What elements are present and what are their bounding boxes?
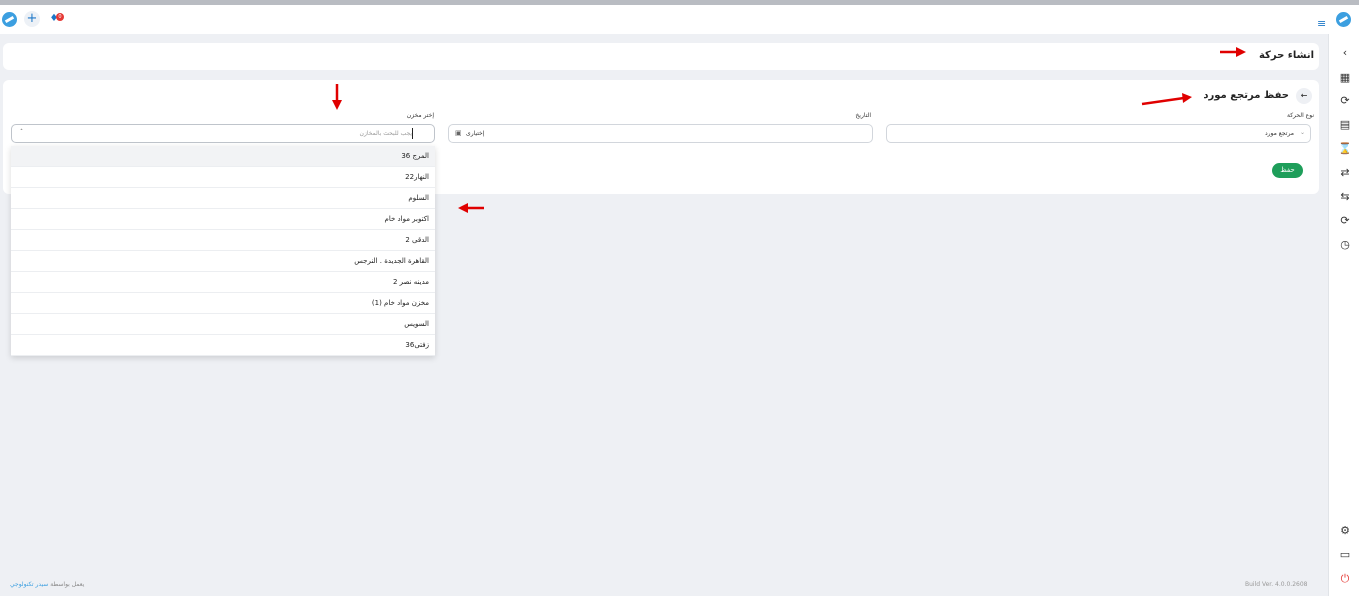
back-arrow-icon[interactable]: ← <box>1296 88 1312 104</box>
display-icon[interactable]: ▭ <box>1338 548 1352 562</box>
warehouse-icon[interactable]: ▦ <box>1338 71 1352 85</box>
annotation-arrow-icon <box>332 84 342 110</box>
warehouse-option[interactable]: مدينه نصر 2 <box>11 272 435 293</box>
footer-powered-by: يعمل بواسطة سيدر تكنولوجي <box>10 581 84 588</box>
hourglass-icon[interactable]: ⌛ <box>1338 142 1352 156</box>
collapse-chevron-icon[interactable]: ‹ <box>1338 46 1352 60</box>
save-button[interactable]: حفظ <box>1272 163 1303 178</box>
brand-logo-icon[interactable] <box>1336 12 1351 27</box>
form-title: حفظ مرتجع مورد <box>1203 90 1289 101</box>
warehouse-label: إختر مخزن <box>406 112 434 119</box>
warehouse-option[interactable]: القاهرة الجديدة . النرجس <box>11 251 435 272</box>
warehouse-option[interactable]: السويس <box>11 314 435 335</box>
warehouse-option[interactable]: زفتى36 <box>11 335 435 356</box>
page-title: انشاء حركة <box>1258 50 1314 61</box>
warehouse-option[interactable]: مخزن مواد خام (1) <box>11 293 435 314</box>
movement-type-select[interactable]: مرتجع مورد ⌄ <box>886 124 1311 143</box>
refresh-icon[interactable]: ⟳ <box>1338 214 1352 228</box>
right-sidebar: ‹ ▦ ⟳ ▤ ⌛ ⇄ ⇆ ⟳ ◷ ⚙ ▭ ⏻ <box>1328 34 1359 596</box>
movement-type-value: مرتجع مورد <box>1264 130 1294 137</box>
notification-badge: 0 <box>56 13 64 21</box>
warehouse-dropdown: المرج 36 النهار22 السلوم اكتوبر مواد خام… <box>11 146 435 356</box>
warehouse-placeholder: يجب للبحث بالمخازن <box>359 130 412 137</box>
chevron-down-icon: ⌄ <box>1299 129 1305 136</box>
transfer-alt-icon[interactable]: ⇆ <box>1338 190 1352 204</box>
warehouse-option[interactable]: السلوم <box>11 188 435 209</box>
annotation-arrow-icon <box>458 203 484 213</box>
warehouse-search-input[interactable]: يجب للبحث بالمخازن ˆ <box>11 124 435 143</box>
date-placeholder: إختيارى <box>466 130 485 137</box>
annotation-arrow-icon <box>1141 93 1192 106</box>
warehouse-option[interactable]: الدقى 2 <box>11 230 435 251</box>
settings-gear-icon[interactable]: ⚙ <box>1338 524 1352 538</box>
powered-by-text: يعمل بواسطة <box>50 581 85 588</box>
invoice-icon[interactable]: ▤ <box>1338 118 1352 132</box>
annotation-arrow-icon <box>1220 47 1246 57</box>
text-caret <box>412 128 413 139</box>
warehouse-option[interactable]: اكتوبر مواد خام <box>11 209 435 230</box>
power-icon[interactable]: ⏻ <box>1338 572 1352 586</box>
warehouse-option[interactable]: النهار22 <box>11 167 435 188</box>
brand-link[interactable]: سيدر تكنولوجي <box>10 581 48 588</box>
page-heading-card: انشاء حركة <box>3 43 1319 70</box>
top-bar: + ♦ 0 ≡ <box>0 5 1359 34</box>
transfer-icon[interactable]: ⇄ <box>1338 166 1352 180</box>
calendar-icon: ▣ <box>455 129 462 137</box>
build-version: Build Ver. 4.0.0.2608 <box>1245 581 1308 588</box>
movement-type-label: نوع الحركة <box>1286 112 1314 119</box>
report-icon[interactable]: ◷ <box>1338 238 1352 252</box>
date-field[interactable]: ▣ إختيارى <box>448 124 873 143</box>
date-label: التاريخ <box>855 112 871 119</box>
add-icon[interactable]: + <box>24 11 40 27</box>
warehouse-option[interactable]: المرج 36 <box>11 146 435 167</box>
app-logo-icon[interactable] <box>2 12 17 27</box>
sync-icon[interactable]: ⟳ <box>1338 94 1352 108</box>
menu-icon[interactable]: ≡ <box>1317 17 1326 30</box>
chevron-up-icon[interactable]: ˆ <box>20 129 23 136</box>
